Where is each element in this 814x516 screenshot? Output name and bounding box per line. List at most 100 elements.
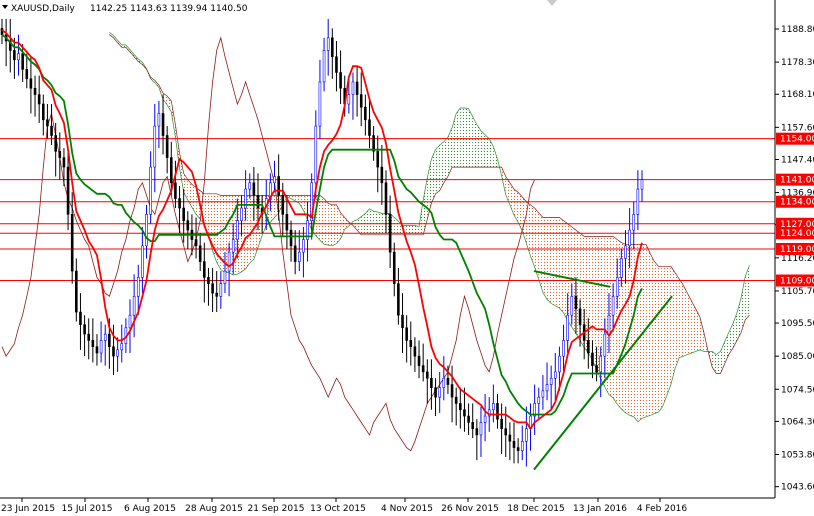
cloud-segment-bearish [563,220,568,321]
level-label-text: 1134.00 [780,198,814,208]
time-tick-label: 26 Nov 2015 [441,504,499,514]
candle-body [54,135,57,152]
candle-body [392,251,396,284]
price-tick-label: 1116.20 [781,254,814,264]
candle-body [116,349,119,357]
candle-body [136,277,140,297]
cloud-segment-bearish [687,293,692,355]
candle-body [471,422,475,429]
time-tick-label: 13 Jan 2016 [573,504,627,514]
candle-body [215,292,219,297]
candle-body [438,387,441,398]
candle-body [66,166,70,215]
candle-body [277,176,280,196]
level-label-text: 1119.00 [780,245,814,255]
candle-body [496,403,499,420]
cloud-segment-bearish [324,198,329,246]
candle-body [29,78,33,89]
candle-body [611,295,615,316]
cloud-segment-bullish [464,107,469,168]
candle-body [442,377,446,388]
cloud-segment-bearish [679,278,684,358]
candle-body [91,340,95,348]
candle-body [297,251,301,262]
candle-body [169,157,173,184]
cloud-segment-bullish [456,107,461,168]
candle-body [182,207,185,221]
candle-body [322,50,326,83]
candle-body [50,125,53,136]
candle-body [516,447,520,452]
cloud-segment-bearish [650,253,655,416]
candle-body [384,182,388,215]
candle-body [483,415,487,423]
candle-body [21,53,24,70]
candle-body [293,245,297,262]
chart-canvas: 1188.801178.301168.101157.601147.401136.… [0,0,814,516]
candle-body [388,214,392,253]
candle-body [628,229,631,247]
candle-body [401,314,404,329]
candle-body [425,371,429,379]
time-tick-label: 23 Jun 2015 [1,504,55,514]
cloud-segment-bullish [485,134,490,168]
cloud-segment-bearish [551,217,556,306]
candle-body [500,418,503,429]
cloud-segment-bullish [480,130,486,168]
cloud-segment-bearish [332,204,337,246]
candle-body [227,251,231,272]
candle-body [174,182,177,199]
candle-body [364,106,367,121]
candle-body [62,157,66,168]
candle-body [331,37,334,58]
candle-body [33,87,37,95]
level-label-text: 1109.00 [780,277,814,287]
candle-body [207,277,210,284]
price-tick-label: 1074.50 [781,385,814,395]
cloud-segment-bearish [658,266,663,413]
candle-body [591,352,594,366]
price-tick-label: 1095.50 [781,319,814,329]
candle-body [223,270,227,284]
candle-body [508,434,512,442]
candle-body [178,198,181,209]
candle-body [194,239,198,247]
candle-body [351,81,355,95]
candle-body [347,94,351,105]
cloud-segment-bearish [592,236,597,370]
candle-body [541,390,545,398]
chart-title: XAUUSD,Daily 1142.25 1143.63 1139.94 114… [2,4,248,14]
price-tick-label: 1188.80 [781,25,814,35]
level-label-text: 1124.00 [780,229,814,239]
candle-body [273,176,276,184]
candle-body [587,340,590,354]
candle-body [79,311,82,325]
candle-body [83,324,86,335]
candle-body [450,384,454,398]
chart-background [0,0,814,516]
candle-body [380,166,384,184]
candle-body [231,239,235,253]
time-tick-label: 4 Feb 2016 [637,504,688,514]
candle-body [281,195,285,215]
price-axis-labels: 1188.801178.301168.101157.601147.401136.… [775,25,814,493]
cloud-segment-bearish [328,203,333,246]
candle-body [512,440,516,448]
price-tick-label: 1064.30 [781,417,814,427]
candle-body [256,195,260,209]
price-tick-label: 1053.80 [781,451,814,461]
candle-body [537,396,541,404]
candle-body [525,428,528,442]
candle-body [405,327,408,341]
candle-body [128,314,132,329]
candle-body [165,135,169,158]
candle-body [339,72,342,89]
time-tick-label: 6 Aug 2015 [124,504,176,514]
price-tick-label: 1147.40 [781,155,814,165]
candle-body [475,428,479,436]
cloud-segment-bullish [435,144,440,194]
candle-body [149,166,152,215]
candle-body [99,340,103,354]
cloud-segment-bearish [637,244,642,422]
candle-body [413,346,417,357]
